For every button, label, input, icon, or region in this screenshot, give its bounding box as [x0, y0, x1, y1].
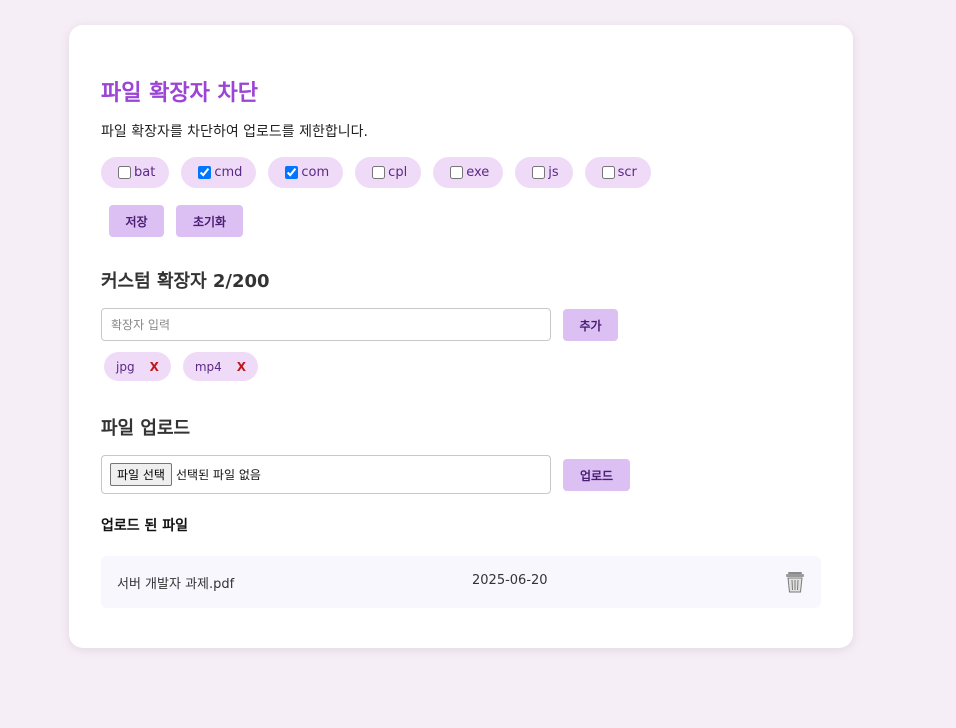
extension-label: cmd	[214, 165, 243, 180]
tag-label: mp4	[194, 359, 222, 374]
page-description: 파일 확장자를 차단하여 업로드를 제한합니다.	[101, 124, 368, 140]
no-file-text: 선택된 파일 없음	[175, 468, 261, 482]
choose-file-button[interactable]: 파일 선택	[110, 463, 172, 486]
file-name: 서버 개발자 과제.pdf	[117, 577, 235, 592]
checkbox-cpl[interactable]	[372, 166, 386, 179]
file-date: 2025-06-20	[472, 573, 548, 588]
upload-button[interactable]: 업로드	[563, 459, 630, 491]
remove-tag-button[interactable]: X	[237, 360, 246, 374]
extension-chip-com[interactable]: com	[268, 157, 344, 188]
extension-label: bat	[134, 165, 156, 180]
reset-button[interactable]: 초기화	[176, 205, 243, 237]
trash-icon[interactable]	[784, 570, 806, 594]
extension-chip-js[interactable]: js	[515, 157, 573, 188]
file-upload-heading: 파일 업로드	[101, 418, 191, 439]
custom-extension-heading: 커스텀 확장자 2/200	[101, 271, 270, 292]
extension-label: js	[548, 165, 559, 180]
extension-chip-scr[interactable]: scr	[584, 157, 651, 188]
extension-label: com	[301, 165, 330, 180]
extension-chip-bat[interactable]: bat	[101, 157, 170, 188]
checkbox-bat[interactable]	[118, 166, 131, 179]
save-button[interactable]: 저장	[109, 205, 164, 237]
checkbox-scr[interactable]	[601, 166, 615, 179]
extension-chip-cmd[interactable]: cmd	[181, 157, 257, 188]
uploaded-files-heading: 업로드 된 파일	[101, 518, 189, 534]
checkbox-exe[interactable]	[450, 166, 464, 179]
custom-extension-tags: jpg X mp4 X	[104, 352, 270, 381]
custom-tag-jpg: jpg X	[104, 352, 171, 381]
custom-extension-input[interactable]	[101, 308, 551, 341]
checkbox-cmd[interactable]	[198, 166, 212, 179]
file-input[interactable]: 파일 선택 선택된 파일 없음	[101, 455, 551, 494]
custom-tag-mp4: mp4 X	[182, 352, 259, 381]
checkbox-js[interactable]	[532, 166, 546, 179]
page-title: 파일 확장자 차단	[101, 81, 258, 106]
extension-label: cpl	[388, 165, 408, 180]
extension-label: exe	[466, 165, 490, 180]
add-extension-button[interactable]: 추가	[563, 309, 618, 341]
extension-chip-cpl[interactable]: cpl	[355, 157, 422, 188]
extension-chip-exe[interactable]: exe	[433, 157, 504, 188]
extension-label: scr	[617, 165, 637, 180]
checkbox-com[interactable]	[285, 166, 299, 179]
tag-label: jpg	[116, 359, 135, 374]
uploaded-file-row: 서버 개발자 과제.pdf 2025-06-20	[101, 556, 821, 608]
fixed-extension-list: bat cmd com cpl exe js scr	[101, 157, 663, 188]
remove-tag-button[interactable]: X	[150, 360, 159, 374]
main-card: 파일 확장자 차단 파일 확장자를 차단하여 업로드를 제한합니다. bat c…	[69, 25, 853, 648]
